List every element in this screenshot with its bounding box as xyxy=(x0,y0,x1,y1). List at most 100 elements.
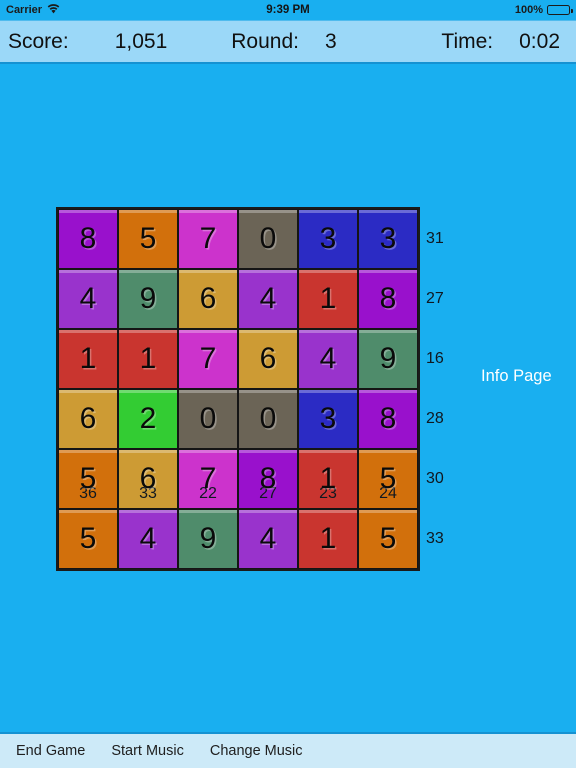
row-sum-value: 27 xyxy=(426,290,444,307)
row-sum-value: 30 xyxy=(426,470,444,487)
grid-tile-value: 0 xyxy=(199,402,217,435)
grid-tile-value: 6 xyxy=(199,282,217,315)
grid-tile[interactable]: 2 xyxy=(118,389,178,449)
grid-tile[interactable]: 1 xyxy=(58,329,118,389)
grid-tile-value: 6 xyxy=(259,342,277,375)
grid-tile-value: 2 xyxy=(139,402,157,435)
game-play-area: 857033496418117649620038567815549415 31 2… xyxy=(0,64,576,766)
grid-tile[interactable]: 1 xyxy=(298,269,358,329)
grid-tile[interactable]: 7 xyxy=(178,329,238,389)
grid-tile-value: 4 xyxy=(259,282,277,315)
grid-tile-value: 4 xyxy=(139,522,157,555)
grid-tile[interactable]: 8 xyxy=(358,389,418,449)
row-sum-value: 31 xyxy=(426,230,444,247)
grid-tile-value: 9 xyxy=(139,282,157,315)
status-bar-right: 100% xyxy=(514,4,573,16)
grid-tile[interactable]: 4 xyxy=(298,329,358,389)
grid-tile[interactable]: 3 xyxy=(298,389,358,449)
grid-tile[interactable]: 0 xyxy=(238,209,298,269)
grid-tile-value: 1 xyxy=(79,342,97,375)
grid-tile[interactable]: 3 xyxy=(298,209,358,269)
score-stat: Score: 1,051 xyxy=(8,30,167,54)
number-grid[interactable]: 8 5 7 0 3 3 4 9 6 4 1 8 1 1 7 6 4 9 6 2 0 0 3 8 5 6 7 8 1 5 5 4 9 4 1 5 xyxy=(56,207,420,571)
grid-tile-value: 1 xyxy=(319,462,337,495)
grid-tile[interactable]: 4 xyxy=(58,269,118,329)
grid-tile[interactable]: 9 xyxy=(118,269,178,329)
grid-tile[interactable]: 8 xyxy=(358,269,418,329)
number-grid-container: 8 5 7 0 3 3 4 9 6 4 1 8 1 1 7 6 4 9 6 2 0 0 3 8 5 6 7 8 1 5 5 4 9 4 1 5 xyxy=(56,207,420,571)
grid-tile[interactable]: 3 xyxy=(358,209,418,269)
score-bar: Score: 1,051 Round: 3 Time: 0:02 xyxy=(0,20,576,64)
grid-tile-value: 1 xyxy=(319,282,337,315)
grid-tile-value: 4 xyxy=(319,342,337,375)
start-music-button[interactable]: Start Music xyxy=(111,743,184,759)
battery-percent-label: 100% xyxy=(514,4,543,16)
time-label: Time: xyxy=(441,29,494,53)
grid-tile[interactable]: 6 xyxy=(58,389,118,449)
grid-tile[interactable]: 8 xyxy=(58,209,118,269)
score-label: Score: xyxy=(8,29,69,53)
battery-icon xyxy=(547,5,573,15)
grid-tile-value: 4 xyxy=(79,282,97,315)
grid-tile-value: 5 xyxy=(79,462,97,495)
row-sums-column: 31 27 16 28 30 33 xyxy=(426,209,466,569)
grid-tile-value: 3 xyxy=(319,402,337,435)
grid-tile[interactable]: 1 xyxy=(118,329,178,389)
round-stat: Round: 3 xyxy=(231,30,336,54)
row-sum-value: 28 xyxy=(426,410,444,427)
grid-tile[interactable]: 6 xyxy=(178,269,238,329)
row-sum-value: 16 xyxy=(426,350,444,367)
grid-tile[interactable]: 9 xyxy=(178,509,238,569)
grid-tile-value: 9 xyxy=(379,342,397,375)
grid-tile[interactable]: 5 xyxy=(358,509,418,569)
bottom-toolbar: End Game Start Music Change Music xyxy=(0,732,576,768)
column-sums-row: 36 33 22 27 23 24 xyxy=(58,479,418,509)
grid-tile-value: 7 xyxy=(199,222,217,255)
grid-tile[interactable]: 4 xyxy=(238,509,298,569)
status-bar-left: Carrier xyxy=(6,3,60,17)
grid-tile-value: 9 xyxy=(199,522,217,555)
grid-tile[interactable]: 7 xyxy=(178,209,238,269)
row-sum-value: 33 xyxy=(426,530,444,547)
grid-tile-value: 8 xyxy=(259,462,277,495)
round-value: 3 xyxy=(324,29,337,53)
score-value: 1,051 xyxy=(114,29,168,53)
grid-tile-value: 8 xyxy=(379,402,397,435)
grid-tile-value: 8 xyxy=(379,282,397,315)
grid-tile-value: 8 xyxy=(79,222,97,255)
grid-tile-value: 6 xyxy=(139,462,157,495)
time-value: 0:02 xyxy=(519,29,560,53)
grid-tile-value: 5 xyxy=(79,522,97,555)
grid-tile-value: 3 xyxy=(379,222,397,255)
grid-tile-value: 1 xyxy=(319,522,337,555)
carrier-label: Carrier xyxy=(6,4,43,16)
grid-tile[interactable]: 4 xyxy=(118,509,178,569)
grid-tile-value: 1 xyxy=(139,342,157,375)
grid-tile[interactable]: 0 xyxy=(178,389,238,449)
time-stat: Time: 0:02 xyxy=(441,30,560,54)
end-game-button[interactable]: End Game xyxy=(16,743,85,759)
grid-tile-value: 0 xyxy=(259,222,277,255)
grid-tile-value: 5 xyxy=(379,522,397,555)
grid-tile-value: 3 xyxy=(319,222,337,255)
grid-tile[interactable]: 0 xyxy=(238,389,298,449)
change-music-button[interactable]: Change Music xyxy=(210,743,303,759)
grid-tile-value: 0 xyxy=(259,402,277,435)
grid-tile[interactable]: 1 xyxy=(298,509,358,569)
grid-tile-value: 5 xyxy=(139,222,157,255)
grid-tile[interactable]: 5 xyxy=(118,209,178,269)
grid-tile-value: 5 xyxy=(379,462,397,495)
ios-status-bar: Carrier 9:39 PM 100% xyxy=(0,0,576,20)
round-label: Round: xyxy=(231,29,299,53)
grid-tile-value: 7 xyxy=(199,462,217,495)
grid-tile[interactable]: 4 xyxy=(238,269,298,329)
wifi-icon xyxy=(47,3,60,17)
info-page-link[interactable]: Info Page xyxy=(481,367,552,386)
status-bar-clock: 9:39 PM xyxy=(266,4,310,16)
grid-tile-value: 4 xyxy=(259,522,277,555)
grid-tile-value: 6 xyxy=(79,402,97,435)
grid-tile[interactable]: 6 xyxy=(238,329,298,389)
grid-tile-value: 7 xyxy=(199,342,217,375)
grid-tile[interactable]: 5 xyxy=(58,509,118,569)
grid-tile[interactable]: 9 xyxy=(358,329,418,389)
